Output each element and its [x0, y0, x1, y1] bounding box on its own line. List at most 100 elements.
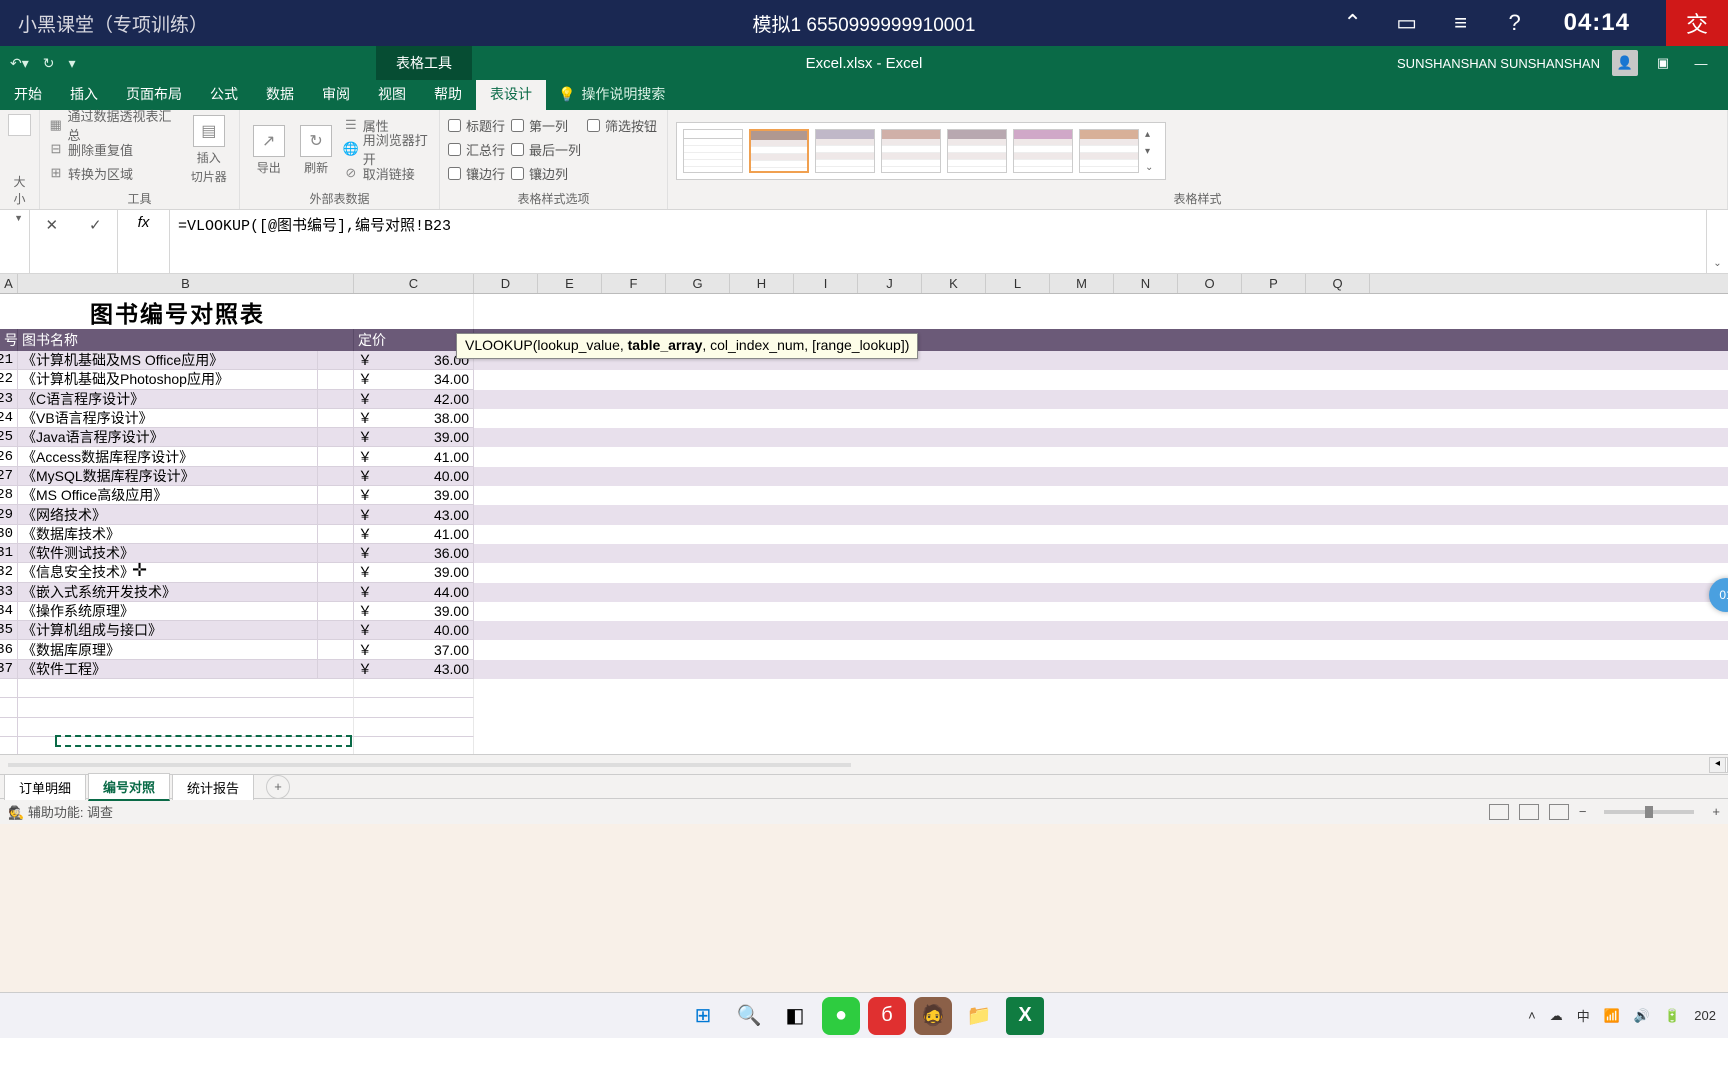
col-header-C[interactable]: C [354, 274, 474, 293]
table-style-thumb-selected[interactable] [749, 129, 809, 173]
col-header-B[interactable]: B [18, 274, 354, 293]
sheet-tab-lookup[interactable]: 编号对照 [88, 773, 170, 801]
tray-battery-icon[interactable]: 🔋 [1664, 1008, 1680, 1024]
table-row[interactable]: 24《VB语言程序设计》￥38.00 [0, 409, 1728, 428]
table-style-thumb[interactable] [683, 129, 743, 173]
col-header-P[interactable]: P [1242, 274, 1306, 293]
cell-spacer[interactable] [318, 563, 354, 582]
normal-view-icon[interactable] [1489, 804, 1509, 820]
insert-slicer-button[interactable]: ▤ 插入切片器 [187, 114, 231, 186]
table-row[interactable]: 29《网络技术》￥43.00 [0, 505, 1728, 524]
table-row[interactable]: 23《C语言程序设计》￥42.00 [0, 390, 1728, 409]
cell-price[interactable]: ￥42.00 [354, 390, 474, 409]
table-row[interactable]: 25《Java语言程序设计》 ￥39.00 [0, 428, 1728, 447]
cell-price[interactable]: ￥39.00 [354, 563, 474, 582]
add-sheet-button[interactable]: + [266, 775, 290, 799]
cell-name[interactable]: 《计算机组成与接口》 [18, 621, 318, 640]
accessibility-status[interactable]: 🕵 辅助功能: 调查 [8, 802, 113, 821]
app-unknown-icon[interactable]: 🧔 [914, 997, 952, 1035]
minimize-icon[interactable]: — [1688, 50, 1714, 76]
page-break-view-icon[interactable] [1549, 804, 1569, 820]
cell-spacer[interactable] [318, 525, 354, 544]
cell-price[interactable]: ￥41.00 [354, 447, 474, 466]
refresh-button[interactable]: ↻刷新 [295, 114, 336, 186]
col-header-O[interactable]: O [1178, 274, 1242, 293]
cell-price[interactable]: ￥36.00 [354, 544, 474, 563]
tab-help[interactable]: 帮助 [420, 78, 476, 110]
undo-icon[interactable]: ↶▾ [10, 55, 29, 72]
cell-spacer[interactable] [318, 409, 354, 428]
col-header-L[interactable]: L [986, 274, 1050, 293]
cell-spacer[interactable] [318, 640, 354, 659]
cell-id[interactable]: 36 [0, 640, 18, 659]
cell-name[interactable]: 《C语言程序设计》 [18, 390, 318, 409]
chevron-down-icon[interactable]: ▼ [14, 213, 23, 223]
tab-data[interactable]: 数据 [252, 78, 308, 110]
table-style-gallery[interactable]: ▴▾⌄ [676, 122, 1166, 180]
cell-id[interactable]: 30 [0, 525, 18, 544]
horizontal-scrollbar[interactable]: ◂ [0, 754, 1728, 774]
banded-cols-checkbox[interactable]: 镶边列 [511, 162, 581, 184]
ime-label[interactable]: 中 [1577, 1006, 1590, 1025]
tab-home[interactable]: 开始 [0, 78, 56, 110]
cell-price[interactable]: ￥39.00 [354, 428, 474, 447]
cell-name[interactable]: 《Java语言程序设计》 [18, 428, 318, 447]
table-row[interactable]: 22《计算机基础及Photoshop应用》￥34.00 [0, 370, 1728, 389]
table-row[interactable]: 28《MS Office高级应用》￥39.00 [0, 486, 1728, 505]
cell-spacer[interactable] [318, 621, 354, 640]
table-row[interactable]: 34《操作系统原理》￥39.00 [0, 602, 1728, 621]
cell-name[interactable]: 《信息安全技术》 [18, 563, 318, 582]
cell-id[interactable]: 28 [0, 486, 18, 505]
zoom-in-icon[interactable]: + [1712, 804, 1720, 819]
tell-me-search[interactable]: 💡 操作说明搜索 [546, 78, 677, 110]
tray-wifi-icon[interactable]: 📶 [1604, 1008, 1620, 1024]
avatar[interactable]: 👤 [1612, 50, 1638, 76]
first-col-checkbox[interactable]: 第一列 [511, 114, 581, 136]
tab-table-design[interactable]: 表设计 [476, 78, 546, 110]
cell-id[interactable]: 25 [0, 428, 18, 447]
excel-app-icon[interactable]: X [1006, 997, 1044, 1035]
col-header-G[interactable]: G [666, 274, 730, 293]
col-header-A[interactable]: A [0, 274, 18, 293]
empty-row[interactable] [0, 698, 1728, 717]
col-header-D[interactable]: D [474, 274, 538, 293]
cell-spacer[interactable] [318, 660, 354, 679]
cell-name[interactable]: 《计算机基础及MS Office应用》 [18, 351, 318, 370]
cell-id[interactable]: 34 [0, 602, 18, 621]
col-header-F[interactable]: F [602, 274, 666, 293]
cell-name[interactable]: 《计算机基础及Photoshop应用》 [18, 370, 318, 389]
cell-id[interactable]: 26 [0, 447, 18, 466]
table-row[interactable]: 37《软件工程》￥43.00 [0, 660, 1728, 679]
tab-review[interactable]: 审阅 [308, 78, 364, 110]
cell-id[interactable]: 31 [0, 544, 18, 563]
cell-id[interactable]: 27 [0, 467, 18, 486]
cell-spacer[interactable] [318, 467, 354, 486]
empty-row[interactable] [0, 718, 1728, 737]
total-row-checkbox[interactable]: 汇总行 [448, 138, 505, 160]
open-browser-button[interactable]: 🌐用浏览器打开 [343, 138, 431, 160]
submit-button[interactable]: 交 [1666, 0, 1728, 46]
zoom-out-icon[interactable]: − [1579, 804, 1587, 819]
cell-price[interactable]: ￥37.00 [354, 640, 474, 659]
cell-name[interactable]: 《Access数据库程序设计》 [18, 447, 318, 466]
cell-price[interactable]: ￥43.00 [354, 660, 474, 679]
tray-onedrive-icon[interactable]: ☁ [1550, 1008, 1563, 1024]
cell-name[interactable]: 《软件工程》 [18, 660, 318, 679]
file-explorer-icon[interactable]: 📁 [960, 997, 998, 1035]
app-netease-icon[interactable]: б [868, 997, 906, 1035]
col-header-Q[interactable]: Q [1306, 274, 1370, 293]
col-header-E[interactable]: E [538, 274, 602, 293]
remove-duplicates-button[interactable]: ⊟删除重复值 [48, 138, 181, 160]
sheet-tab-orders[interactable]: 订单明细 [4, 774, 86, 800]
gallery-scroll[interactable]: ▴▾⌄ [1145, 129, 1159, 173]
table-row[interactable]: 32《信息安全技术》￥39.00 [0, 563, 1728, 582]
col-header-N[interactable]: N [1114, 274, 1178, 293]
cell-price[interactable]: ￥40.00 [354, 621, 474, 640]
summarize-pivot-button[interactable]: ▦通过数据透视表汇总 [48, 114, 181, 136]
header-row-checkbox[interactable]: 标题行 [448, 114, 505, 136]
cell-name[interactable]: 《MS Office高级应用》 [18, 486, 318, 505]
cell-spacer[interactable] [318, 544, 354, 563]
cell-id[interactable]: 29 [0, 505, 18, 524]
qat-more-icon[interactable]: ▾ [69, 55, 76, 72]
cell-name[interactable]: 《VB语言程序设计》 [18, 409, 318, 428]
